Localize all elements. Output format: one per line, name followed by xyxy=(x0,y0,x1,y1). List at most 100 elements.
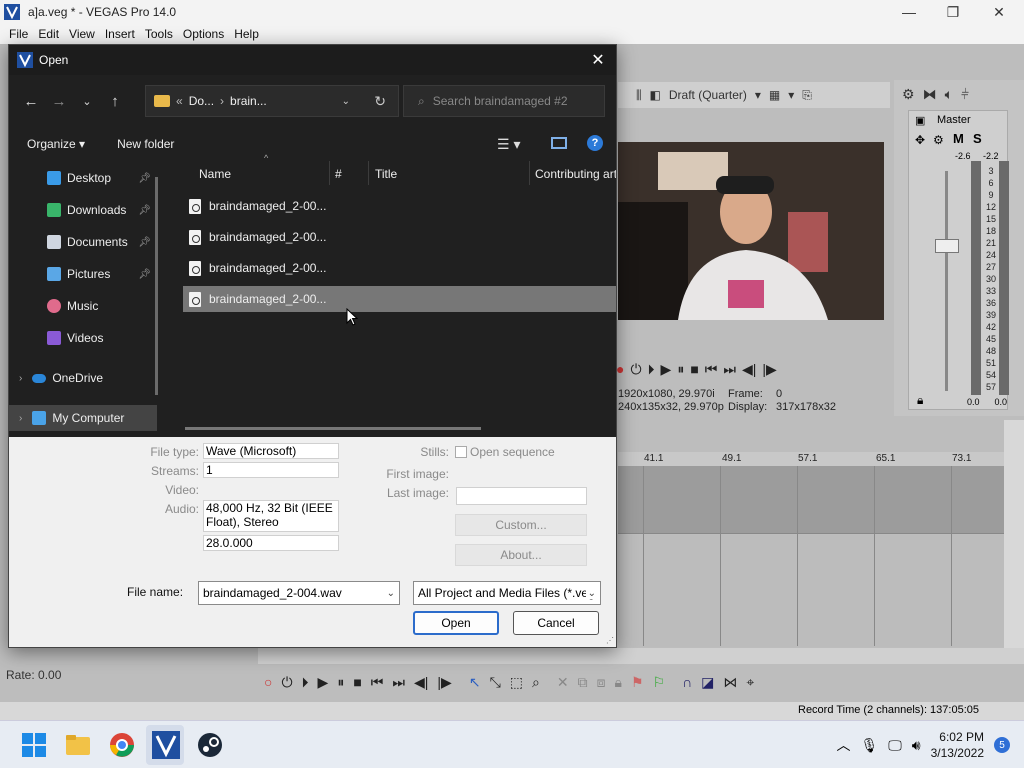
maximize-button[interactable]: ❐ xyxy=(930,0,976,24)
lock-icon[interactable]: 🔒︎ xyxy=(917,393,923,408)
file-row-selected[interactable]: braindamaged_2-00... xyxy=(183,286,616,312)
speaker-icon[interactable]: 🔈︎ xyxy=(945,86,953,103)
play-icon[interactable]: ▶ xyxy=(318,674,329,691)
breadcrumb-overflow[interactable]: « xyxy=(176,94,183,108)
sidebar-item-downloads[interactable]: Downloads 📌︎ xyxy=(9,197,157,223)
zoom-tool-icon[interactable]: ⌕ xyxy=(532,674,540,691)
stop-icon[interactable]: ■ xyxy=(690,361,698,377)
chevron-right-icon[interactable]: › xyxy=(19,373,22,384)
open-sequence-checkbox[interactable] xyxy=(455,446,467,458)
about-button[interactable]: About... xyxy=(455,544,587,566)
go-to-end-icon[interactable]: ⏭ xyxy=(392,674,405,691)
trim-icon[interactable]: ⧉ xyxy=(578,674,588,691)
sidebar-item-onedrive[interactable]: › OneDrive xyxy=(9,365,157,391)
pin-icon[interactable]: 📌︎ xyxy=(138,237,151,248)
gear-icon[interactable]: ⚙ xyxy=(933,133,944,147)
menu-help[interactable]: Help xyxy=(229,27,264,41)
timeline-horizontal-scrollbar[interactable] xyxy=(258,648,1024,664)
chevron-down-icon[interactable]: ⌄ xyxy=(387,588,395,599)
column-header-name[interactable]: Name xyxy=(199,167,231,181)
play-from-start-icon[interactable]: ⏵ xyxy=(302,674,309,691)
chevron-down-icon[interactable]: ▾ xyxy=(788,88,794,102)
address-bar[interactable]: « Do... › brain... ⌄ ↻ xyxy=(145,85,399,117)
timeline-ruler[interactable]: 41.1 49.1 57.1 65.1 73.1 xyxy=(618,452,1004,466)
sidebar-item-videos[interactable]: Videos xyxy=(9,325,157,351)
menu-edit[interactable]: Edit xyxy=(33,27,64,41)
back-arrow-icon[interactable]: ← xyxy=(17,93,45,110)
master-fader[interactable] xyxy=(935,239,959,253)
menu-view[interactable]: View xyxy=(64,27,100,41)
marker-icon[interactable]: ⚑ xyxy=(631,674,644,691)
overlays-icon[interactable]: ◧ xyxy=(650,88,661,102)
lock-envelopes-icon[interactable]: ⌖ xyxy=(746,674,754,691)
view-options-icon[interactable]: ☰ ▾ xyxy=(497,136,520,153)
step-back-icon[interactable]: ◀| xyxy=(742,361,756,378)
forward-arrow-icon[interactable]: → xyxy=(45,93,73,110)
file-explorer-icon[interactable] xyxy=(64,731,92,759)
menu-tools[interactable]: Tools xyxy=(140,27,178,41)
new-folder-button[interactable]: New folder xyxy=(117,137,174,151)
chevron-down-icon[interactable]: ▾ xyxy=(755,88,761,102)
pin-icon[interactable]: 📌︎ xyxy=(138,205,151,216)
menu-insert[interactable]: Insert xyxy=(100,27,140,41)
preview-pane-icon[interactable] xyxy=(551,137,567,149)
minimize-button[interactable]: — xyxy=(886,0,932,24)
file-row[interactable]: braindamaged_2-00... xyxy=(183,224,616,250)
up-arrow-icon[interactable]: ↑ xyxy=(101,93,129,110)
volume-icon[interactable]: 🔊︎ xyxy=(912,737,921,754)
next-frame-icon[interactable]: ⏭ xyxy=(723,361,736,378)
column-header-contributing-artists[interactable]: Contributing art xyxy=(535,167,616,181)
chevron-down-icon[interactable]: ⌄ xyxy=(342,96,350,107)
play-icon[interactable]: ▶ xyxy=(661,361,672,378)
audio-track-lane[interactable] xyxy=(618,466,1004,534)
breadcrumb-item[interactable]: brain... xyxy=(230,94,267,108)
delete-icon[interactable]: ✕ xyxy=(557,674,569,691)
split-icon[interactable]: ⧈ xyxy=(597,674,606,691)
pin-icon[interactable]: 📌︎ xyxy=(138,269,151,280)
loop-icon[interactable]: ⏻ xyxy=(281,674,292,691)
sidebar-item-music[interactable]: Music xyxy=(9,293,157,319)
lock-icon[interactable]: 🔒︎ xyxy=(614,674,621,691)
pause-icon[interactable]: ⏸ xyxy=(337,674,344,691)
loop-icon[interactable]: ⏻ xyxy=(630,361,641,378)
search-box[interactable]: ⌕ Search braindamaged #2 xyxy=(403,85,605,117)
chevron-up-icon[interactable]: ︿ xyxy=(837,735,851,755)
empty-track-area[interactable] xyxy=(618,535,1004,647)
file-name-input[interactable]: braindamaged_2-004.wav ⌄ xyxy=(198,581,400,605)
file-row[interactable]: braindamaged_2-00... xyxy=(183,193,616,219)
organize-button[interactable]: Organize ▾ xyxy=(27,137,85,151)
sidebar-item-my-computer[interactable]: › My Computer xyxy=(9,405,157,431)
dialog-close-button[interactable]: ✕ xyxy=(588,50,608,70)
close-window-button[interactable]: ✕ xyxy=(976,0,1022,24)
go-to-start-icon[interactable]: ⏮ xyxy=(371,674,384,691)
help-icon[interactable]: ? xyxy=(587,135,603,151)
auto-ripple-icon[interactable]: ◪ xyxy=(701,674,714,691)
downmix-icon[interactable]: ⧓ xyxy=(923,86,937,103)
breadcrumb-item[interactable]: Do... xyxy=(189,94,214,108)
column-separator[interactable] xyxy=(329,161,330,185)
mute-button[interactable]: M xyxy=(953,131,964,146)
pin-icon[interactable]: 📌︎ xyxy=(138,173,151,184)
microphone-icon[interactable]: 🎙︎ xyxy=(861,737,879,754)
notification-badge[interactable]: 5 xyxy=(994,737,1010,753)
grid-icon[interactable]: ▦ xyxy=(769,88,780,102)
preview-quality-dropdown[interactable]: Draft (Quarter) xyxy=(669,88,747,102)
normal-edit-tool-icon[interactable]: ↖ xyxy=(469,674,481,691)
timeline-vertical-scrollbar[interactable] xyxy=(1004,420,1024,650)
snapping-icon[interactable]: ∩ xyxy=(682,674,692,690)
sidebar-item-pictures[interactable]: Pictures 📌︎ xyxy=(9,261,157,287)
file-row[interactable]: braindamaged_2-00... xyxy=(183,255,616,281)
file-list-horizontal-scrollbar[interactable] xyxy=(185,427,481,430)
crossfade-icon[interactable]: ⋈ xyxy=(723,674,737,691)
last-image-field[interactable] xyxy=(456,487,587,505)
network-icon[interactable]: 🖵 xyxy=(888,737,902,754)
sidebar-item-documents[interactable]: Documents 📌︎ xyxy=(9,229,157,255)
file-type-filter-select[interactable]: All Project and Media Files (*.veg ⌄ xyxy=(413,581,601,605)
chrome-icon[interactable] xyxy=(108,731,136,759)
prev-frame-icon[interactable]: ◀| xyxy=(414,674,428,691)
resize-grip-icon[interactable]: ⋰ xyxy=(606,636,614,645)
envelope-tool-icon[interactable]: ⤡ xyxy=(490,674,501,691)
region-icon[interactable]: ⚐ xyxy=(653,674,666,691)
start-menu-icon[interactable] xyxy=(20,731,48,759)
copy-snapshot-icon[interactable]: ⎘ xyxy=(802,88,812,103)
